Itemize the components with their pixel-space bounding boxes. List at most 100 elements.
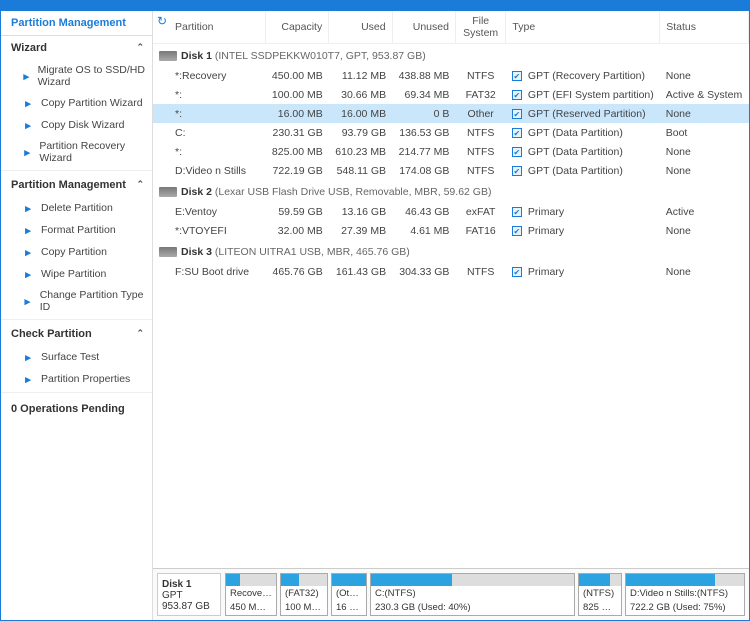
partition-status: None <box>660 142 749 161</box>
disk-row[interactable]: Disk 1 (INTEL SSDPEKKW010T7, GPT, 953.87… <box>153 44 749 67</box>
disk-icon <box>159 247 177 257</box>
partition-fs: NTFS <box>455 262 505 281</box>
partition-row[interactable]: *:Recovery450.00 MB11.12 MB438.88 MBNTFS… <box>153 66 749 85</box>
partition-status: Active & System <box>660 85 749 104</box>
checkbox-icon: ✔ <box>512 147 522 157</box>
refresh-icon[interactable]: ↻ <box>157 14 167 28</box>
sidebar-item[interactable]: ▸Format Partition <box>1 219 152 241</box>
partition-used: 16.00 MB <box>329 104 392 123</box>
partition-name: D:Video n Stills <box>153 161 265 180</box>
disk-map-segment[interactable]: (Other)16 MB <box>331 573 367 616</box>
sidebar-item[interactable]: ▸ Wipe Partition <box>1 263 152 285</box>
partition-status: Active <box>660 202 749 221</box>
partition-fs: NTFS <box>455 123 505 142</box>
partition-used: 161.43 GB <box>329 262 392 281</box>
col-unused[interactable]: Unused <box>392 11 455 44</box>
disk-map: Disk 1 GPT 953.87 GB Recovery(NTFS)450 M… <box>153 568 749 620</box>
partition-capacity: 100.00 MB <box>265 85 328 104</box>
partition-type: ✔GPT (Recovery Partition) <box>506 66 660 85</box>
partition-fs: FAT32 <box>455 85 505 104</box>
sidebar-item-label: Copy Disk Wizard <box>41 119 124 131</box>
copy-part-icon: ▸ <box>21 96 35 110</box>
partition-row[interactable]: F:SU Boot drive465.76 GB161.43 GB304.33 … <box>153 262 749 281</box>
section-check-partition[interactable]: Check Partition⌃ <box>1 322 152 346</box>
checkbox-icon: ✔ <box>512 166 522 176</box>
sidebar-item-label: Wipe Partition <box>41 268 106 280</box>
wipe-icon: ▸ <box>21 267 35 281</box>
disk-icon <box>159 187 177 197</box>
partition-name: C: <box>153 123 265 142</box>
col-partition[interactable]: Partition <box>153 11 265 44</box>
partition-unused: 46.43 GB <box>392 202 455 221</box>
sidebar-item[interactable]: ▸Partition Recovery Wizard <box>1 136 152 168</box>
partition-table: Partition Capacity Used Unused File Syst… <box>153 11 749 281</box>
partition-type: ✔Primary <box>506 202 660 221</box>
partition-type: ✔Primary <box>506 262 660 281</box>
partition-row[interactable]: *:100.00 MB30.66 MB69.34 MBFAT32✔GPT (EF… <box>153 85 749 104</box>
disk-map-segment[interactable]: Recovery(NTFS)450 MB (Used: 2%) <box>225 573 277 616</box>
col-type[interactable]: Type <box>506 11 660 44</box>
tab-partition-management[interactable]: Partition Management <box>1 11 152 36</box>
sidebar-item[interactable]: ▸Surface Test <box>1 346 152 368</box>
disk-row[interactable]: Disk 2 (Lexar USB Flash Drive USB, Remov… <box>153 180 749 202</box>
partition-used: 30.66 MB <box>329 85 392 104</box>
partition-capacity: 16.00 MB <box>265 104 328 123</box>
section-wizard[interactable]: Wizard⌃ <box>1 36 152 60</box>
title-bar <box>1 1 749 11</box>
checkbox-icon: ✔ <box>512 207 522 217</box>
sidebar-item-label: Migrate OS to SSD/HD Wizard <box>38 64 146 88</box>
partition-row[interactable]: *:VTOYEFI32.00 MB27.39 MB4.61 MBFAT16✔Pr… <box>153 221 749 240</box>
col-filesystem[interactable]: File System <box>455 11 505 44</box>
partition-unused: 0 B <box>392 104 455 123</box>
partition-type: ✔GPT (Data Partition) <box>506 123 660 142</box>
disk-map-segment[interactable]: C:(NTFS)230.3 GB (Used: 40%) <box>370 573 575 616</box>
partition-used: 610.23 MB <box>329 142 392 161</box>
sidebar-item[interactable]: ▸Change Partition Type ID <box>1 285 152 317</box>
disk-icon <box>159 51 177 61</box>
col-used[interactable]: Used <box>329 11 392 44</box>
partition-row[interactable]: D:Video n Stills722.19 GB548.11 GB174.08… <box>153 161 749 180</box>
partition-unused: 4.61 MB <box>392 221 455 240</box>
sidebar: Partition Management Wizard⌃ ▸Migrate OS… <box>1 11 153 620</box>
disk-map-segment[interactable]: (FAT32)100 MB (Used: 31%) <box>280 573 328 616</box>
disk-map-segment[interactable]: (NTFS)825 MB (Used: 74%) <box>578 573 622 616</box>
disk-map-info[interactable]: Disk 1 GPT 953.87 GB <box>157 573 221 616</box>
sidebar-item-label: Partition Properties <box>41 373 130 385</box>
partition-row[interactable]: C:230.31 GB93.79 GB136.53 GBNTFS✔GPT (Da… <box>153 123 749 142</box>
partition-type: ✔Primary <box>506 221 660 240</box>
checkbox-icon: ✔ <box>512 109 522 119</box>
sidebar-item[interactable]: ▸Copy Partition <box>1 241 152 263</box>
col-status[interactable]: Status <box>660 11 749 44</box>
partition-status: None <box>660 221 749 240</box>
partition-row[interactable]: *:825.00 MB610.23 MB214.77 MBNTFS✔GPT (D… <box>153 142 749 161</box>
partition-fs: NTFS <box>455 66 505 85</box>
sidebar-item[interactable]: ▸Delete Partition <box>1 197 152 219</box>
disk-map-segment[interactable]: D:Video n Stills:(NTFS)722.2 GB (Used: 7… <box>625 573 745 616</box>
disk-row[interactable]: Disk 3 (LITEON UITRA1 USB, MBR, 465.76 G… <box>153 240 749 262</box>
sidebar-item[interactable]: ▸ Migrate OS to SSD/HD Wizard <box>1 60 152 92</box>
recover-icon: ▸ <box>21 145 33 159</box>
partition-fs: NTFS <box>455 142 505 161</box>
partition-name: *:Recovery <box>153 66 265 85</box>
sidebar-item[interactable]: ▸ Partition Properties <box>1 368 152 390</box>
section-partition-management[interactable]: Partition Management⌃ <box>1 173 152 197</box>
checkbox-icon: ✔ <box>512 90 522 100</box>
chevron-up-icon: ⌃ <box>136 179 144 190</box>
partition-fs: Other <box>455 104 505 123</box>
checkbox-icon: ✔ <box>512 267 522 277</box>
copy-icon: ▸ <box>21 245 35 259</box>
operations-pending: 0 Operations Pending <box>1 395 152 423</box>
partition-status: None <box>660 66 749 85</box>
content: ↻ Partition Capacity Used Unused File Sy… <box>153 11 749 620</box>
sidebar-item[interactable]: ▸Copy Disk Wizard <box>1 114 152 136</box>
props-icon: ▸ <box>21 372 35 386</box>
partition-row[interactable]: E:Ventoy59.59 GB13.16 GB46.43 GBexFAT✔Pr… <box>153 202 749 221</box>
partition-used: 11.12 MB <box>329 66 392 85</box>
migrate-icon: ▸ <box>21 69 32 83</box>
partition-row[interactable]: *:16.00 MB16.00 MB0 BOther✔GPT (Reserved… <box>153 104 749 123</box>
format-icon: ▸ <box>21 223 35 237</box>
sidebar-item[interactable]: ▸Copy Partition Wizard <box>1 92 152 114</box>
chevron-up-icon: ⌃ <box>136 42 144 53</box>
col-capacity[interactable]: Capacity <box>265 11 328 44</box>
partition-fs: FAT16 <box>455 221 505 240</box>
